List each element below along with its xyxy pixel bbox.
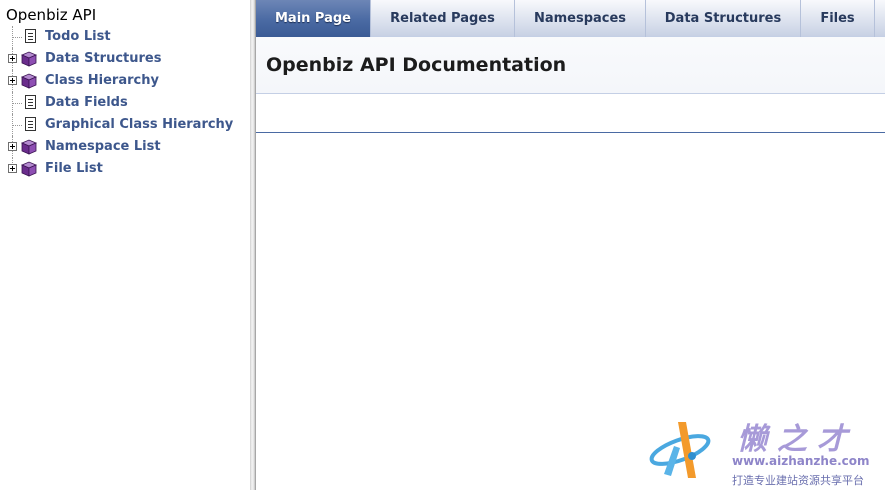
tree-list: Todo List Data Structures Class Hierarch…	[0, 26, 250, 180]
page-title: Openbiz API Documentation	[266, 54, 567, 76]
tab-related-pages[interactable]: Related Pages	[371, 0, 515, 37]
page-icon	[25, 117, 36, 131]
tree-item-data-fields[interactable]: Data Fields	[0, 92, 250, 114]
tree-item-todo-list[interactable]: Todo List	[0, 26, 250, 48]
tree-item-class-hierarchy[interactable]: Class Hierarchy	[0, 70, 250, 92]
tree-connector	[12, 125, 22, 126]
book-icon	[20, 51, 38, 67]
tree-item-namespace-list[interactable]: Namespace List	[0, 136, 250, 158]
watermark-url: www.aizhanzhe.com	[732, 454, 870, 468]
tab-main-page[interactable]: Main Page	[256, 0, 371, 37]
content-divider	[256, 132, 885, 133]
page-header: Openbiz API Documentation	[256, 37, 885, 94]
tree-item-file-list[interactable]: File List	[0, 158, 250, 180]
tree-item-label[interactable]: Class Hierarchy	[45, 73, 159, 88]
tab-namespaces[interactable]: Namespaces	[515, 0, 646, 37]
book-icon	[20, 161, 38, 177]
tree-item-label[interactable]: Todo List	[45, 29, 111, 44]
tree-title: Openbiz API	[6, 6, 97, 24]
book-icon	[20, 139, 38, 155]
tree-connector	[12, 37, 22, 38]
page-icon	[25, 29, 36, 43]
page-icon	[25, 95, 36, 109]
watermark-logo-icon	[649, 422, 711, 478]
tree-item-label[interactable]: Data Fields	[45, 95, 128, 110]
tree-item-label[interactable]: Data Structures	[45, 51, 161, 66]
watermark-slogan: 打造专业建站资源共享平台	[732, 474, 864, 487]
book-icon	[20, 73, 38, 89]
tab-data-structures[interactable]: Data Structures	[646, 0, 801, 37]
tree-item-graphical-class-hierarchy[interactable]: Graphical Class Hierarchy	[0, 114, 250, 136]
tree-item-data-structures[interactable]: Data Structures	[0, 48, 250, 70]
tree-item-label[interactable]: Namespace List	[45, 139, 161, 154]
watermark-chinese-text: 懒之才	[737, 422, 857, 457]
expand-plus-icon[interactable]	[8, 164, 17, 173]
tree-item-label[interactable]: Graphical Class Hierarchy	[45, 117, 233, 132]
tab-files[interactable]: Files	[801, 0, 875, 37]
tree-item-label[interactable]: File List	[45, 161, 103, 176]
expand-plus-icon[interactable]	[8, 142, 17, 151]
navigation-tree-panel: Openbiz API Todo List Data Structures Cl…	[0, 0, 250, 490]
tab-bar: Main Page Related Pages Namespaces Data …	[256, 0, 885, 37]
expand-plus-icon[interactable]	[8, 76, 17, 85]
expand-plus-icon[interactable]	[8, 54, 17, 63]
tree-connector	[12, 103, 22, 104]
